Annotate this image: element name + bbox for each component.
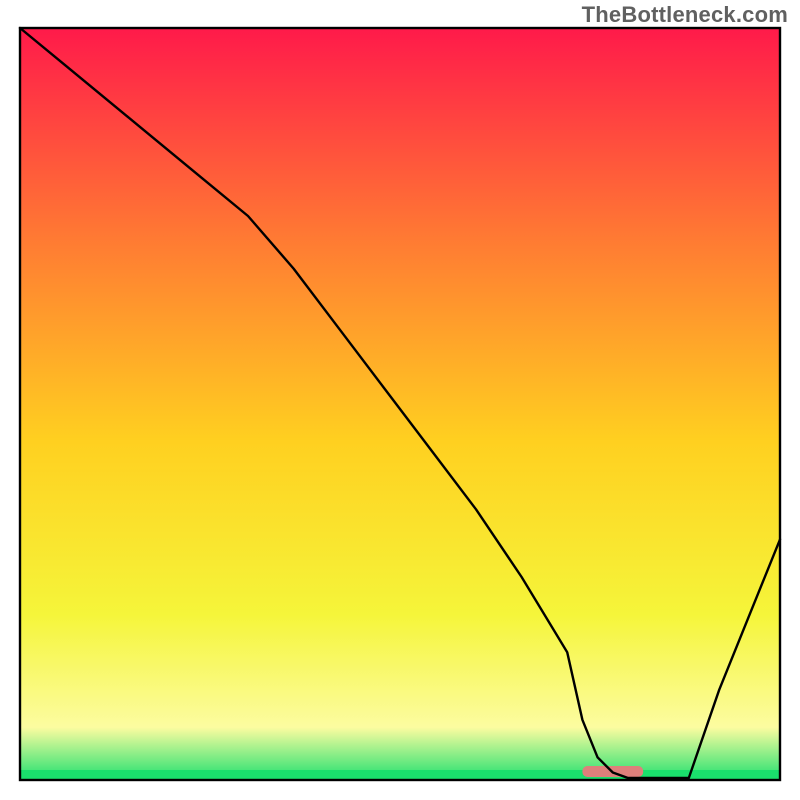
plot-background xyxy=(20,28,780,780)
bottleneck-chart xyxy=(0,0,800,800)
chart-container: TheBottleneck.com xyxy=(0,0,800,800)
watermark-text: TheBottleneck.com xyxy=(582,2,788,28)
